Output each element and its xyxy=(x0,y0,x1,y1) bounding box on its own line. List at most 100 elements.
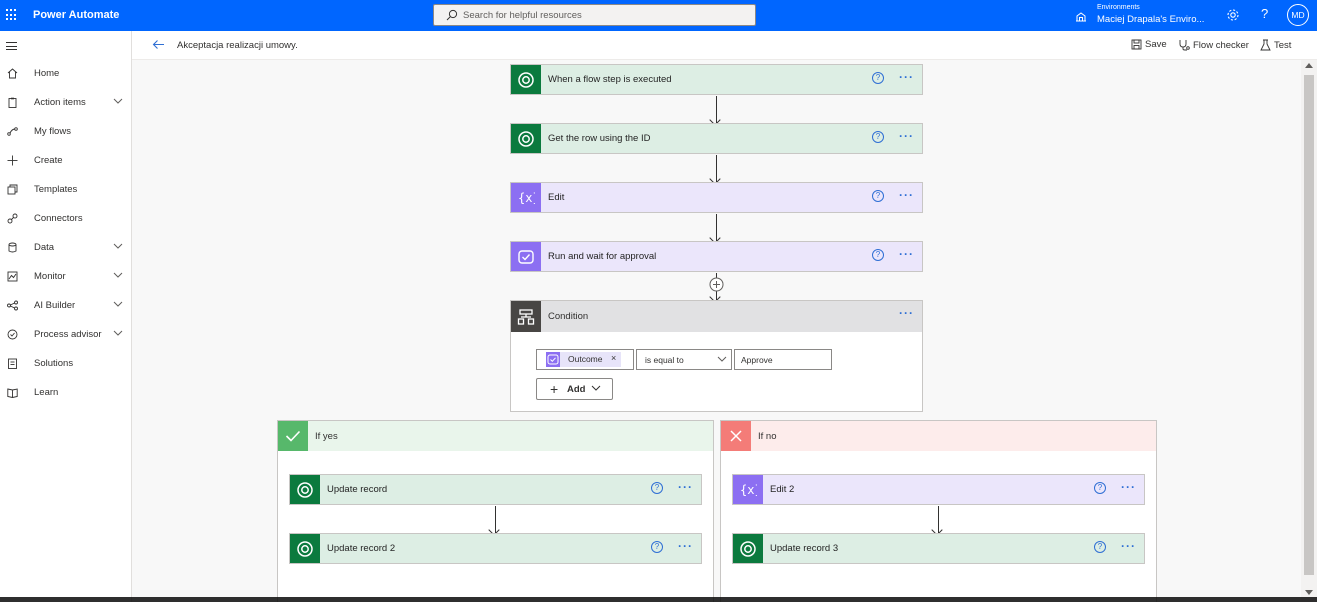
home-icon xyxy=(7,68,18,79)
app-launcher-icon[interactable] xyxy=(5,8,19,22)
save-button[interactable]: Save xyxy=(1131,39,1167,50)
chevron-down-icon[interactable] xyxy=(113,271,123,279)
scroll-down-arrow-icon[interactable] xyxy=(1305,590,1313,595)
nav-item-my-flows[interactable]: My flows xyxy=(0,120,131,144)
nav-item-label: Home xyxy=(34,68,60,79)
more-options-icon[interactable]: ··· xyxy=(678,480,693,494)
scrollbar-thumb[interactable] xyxy=(1304,75,1314,575)
dataverse-icon xyxy=(290,475,320,504)
save-label: Save xyxy=(1145,39,1167,50)
step-title: Edit 2 xyxy=(770,484,795,495)
branch-label: If no xyxy=(758,431,777,442)
dynamic-content-token[interactable]: Outcome × xyxy=(546,352,621,367)
flow-step-card[interactable]: Update record ? ··· xyxy=(289,474,702,505)
chevron-down-icon[interactable] xyxy=(113,242,123,250)
help-icon[interactable]: ? xyxy=(1261,6,1268,21)
more-options-icon[interactable]: ··· xyxy=(899,129,914,143)
flow-canvas[interactable]: When a flow step is executed ? ··· Get t… xyxy=(132,60,1301,602)
scroll-up-arrow-icon[interactable] xyxy=(1305,63,1313,68)
dataverse-icon xyxy=(290,534,320,563)
app-title[interactable]: Power Automate xyxy=(33,9,119,21)
more-options-icon[interactable]: ··· xyxy=(1121,480,1136,494)
flow-step-card[interactable]: Get the row using the ID ? ··· xyxy=(510,123,923,154)
more-options-icon[interactable]: ··· xyxy=(678,539,693,553)
templates-icon xyxy=(7,184,18,195)
search-placeholder: Search for helpful resources xyxy=(463,10,582,21)
branch-label: If yes xyxy=(315,431,338,442)
more-options-icon[interactable]: ··· xyxy=(899,188,914,202)
nav-item-solutions[interactable]: Solutions xyxy=(0,352,131,376)
help-icon[interactable]: ? xyxy=(872,72,884,84)
more-options-icon[interactable]: ··· xyxy=(899,247,914,261)
nav-item-label: Data xyxy=(34,242,55,253)
variable-icon: {x} xyxy=(733,475,763,504)
condition-card[interactable]: Condition ··· Outcome × is equal to Appr… xyxy=(510,300,923,412)
approval-icon xyxy=(546,352,560,367)
nav-item-connectors[interactable]: Connectors xyxy=(0,207,131,231)
environment-picker[interactable]: Environments Maciej Drapala's Enviro... xyxy=(1073,3,1213,28)
stethoscope-icon xyxy=(1179,40,1190,51)
more-options-icon[interactable]: ··· xyxy=(899,306,914,320)
condition-left-operand[interactable]: Outcome × xyxy=(536,349,634,370)
connector-arrow xyxy=(716,96,717,123)
monitor-icon xyxy=(7,271,18,282)
search-box[interactable]: Search for helpful resources xyxy=(433,4,756,26)
hamburger-menu-icon[interactable] xyxy=(6,42,17,50)
insert-step-plus-icon[interactable] xyxy=(709,277,724,292)
svg-text:{x}: {x} xyxy=(740,483,757,497)
test-label: Test xyxy=(1274,40,1292,51)
more-options-icon[interactable]: ··· xyxy=(1121,539,1136,553)
more-options-icon[interactable]: ··· xyxy=(899,70,914,84)
step-title: Edit xyxy=(548,192,565,203)
flow-step-card[interactable]: {x} Edit 2 ? ··· xyxy=(732,474,1145,505)
flow-step-card[interactable]: Run and wait for approval ? ··· xyxy=(510,241,923,272)
help-icon[interactable]: ? xyxy=(872,190,884,202)
vertical-scrollbar[interactable] xyxy=(1301,60,1317,602)
user-avatar[interactable]: MD xyxy=(1287,4,1309,26)
nav-item-create[interactable]: Create xyxy=(0,149,131,173)
settings-gear-icon[interactable] xyxy=(1226,8,1240,22)
branch-header-no[interactable]: If no xyxy=(721,421,1156,451)
nav-item-monitor[interactable]: Monitor xyxy=(0,265,131,289)
add-condition-button[interactable]: + Add xyxy=(536,378,613,400)
step-title: Update record 2 xyxy=(327,543,396,554)
chevron-down-icon[interactable] xyxy=(113,97,123,105)
condition-title: Condition xyxy=(548,311,589,322)
help-icon[interactable]: ? xyxy=(872,131,884,143)
step-title: When a flow step is executed xyxy=(548,74,672,85)
nav-item-process-advisor[interactable]: Process advisor xyxy=(0,323,131,347)
nav-item-templates[interactable]: Templates xyxy=(0,178,131,202)
book-icon xyxy=(7,388,18,398)
help-icon[interactable]: ? xyxy=(1094,482,1106,494)
process-advisor-icon xyxy=(7,329,18,340)
nav-item-label: Templates xyxy=(34,184,78,195)
database-icon xyxy=(8,242,17,253)
step-title: Get the row using the ID xyxy=(548,133,651,144)
help-icon[interactable]: ? xyxy=(651,541,663,553)
chevron-down-icon[interactable] xyxy=(113,329,123,337)
nav-item-data[interactable]: Data xyxy=(0,236,131,260)
nav-item-action-items[interactable]: Action items xyxy=(0,91,131,115)
back-arrow-icon[interactable] xyxy=(152,39,165,50)
help-icon[interactable]: ? xyxy=(1094,541,1106,553)
flow-step-card[interactable]: Update record 3 ? ··· xyxy=(732,533,1145,564)
nav-item-learn[interactable]: Learn xyxy=(0,381,131,405)
remove-token-icon[interactable]: × xyxy=(611,353,616,363)
test-button[interactable]: Test xyxy=(1260,39,1291,51)
flow-checker-button[interactable]: Flow checker xyxy=(1178,39,1249,51)
branch-header-yes[interactable]: If yes xyxy=(278,421,713,451)
dataverse-icon xyxy=(511,124,541,153)
flow-step-card[interactable]: {x} Edit ? ··· xyxy=(510,182,923,213)
help-icon[interactable]: ? xyxy=(651,482,663,494)
flow-step-card[interactable]: Update record 2 ? ··· xyxy=(289,533,702,564)
help-icon[interactable]: ? xyxy=(872,249,884,261)
connector-arrow xyxy=(938,506,939,533)
nav-item-ai-builder[interactable]: AI Builder xyxy=(0,294,131,318)
flow-name: Akceptacja realizacji umowy. xyxy=(177,40,298,51)
chevron-down-icon[interactable] xyxy=(113,300,123,308)
operator-dropdown[interactable]: is equal to xyxy=(636,349,732,370)
condition-value-input[interactable]: Approve xyxy=(734,349,832,370)
flow-step-card[interactable]: When a flow step is executed ? ··· xyxy=(510,64,923,95)
nav-item-home[interactable]: Home xyxy=(0,62,131,86)
nav-item-label: Create xyxy=(34,155,63,166)
